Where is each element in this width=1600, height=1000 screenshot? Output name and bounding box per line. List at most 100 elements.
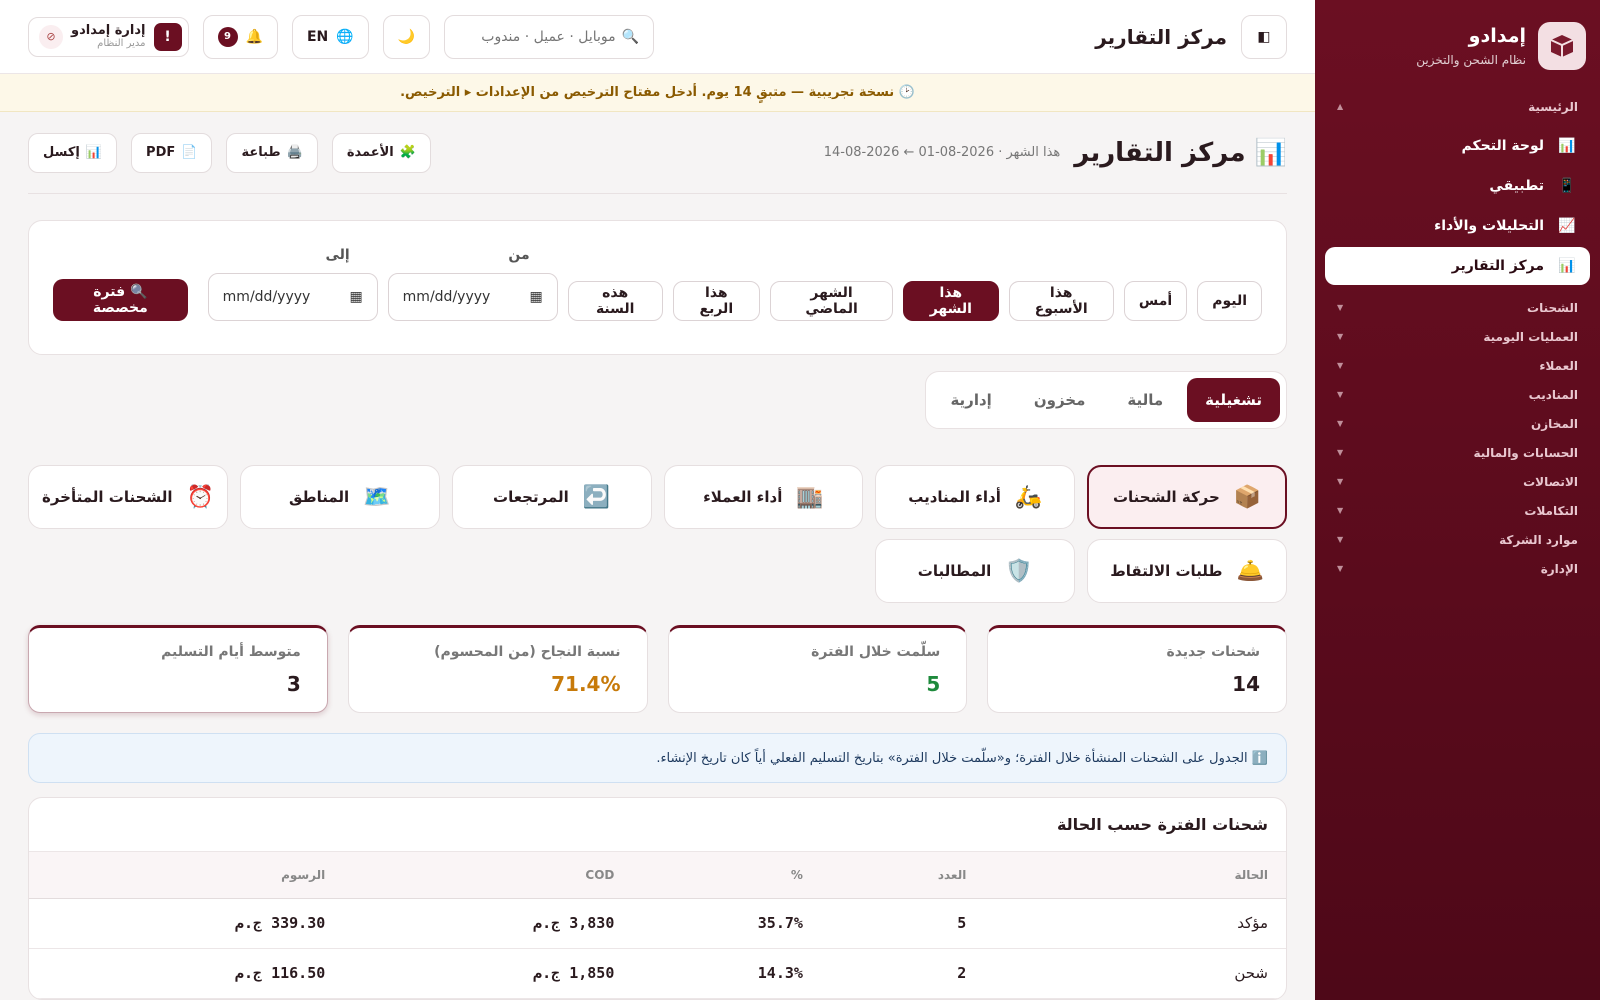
sidebar-section-finance[interactable]: الحسابات والمالية ▼	[1315, 438, 1600, 467]
section-label: الإدارة	[1540, 561, 1578, 576]
tab-financial[interactable]: مالية	[1109, 378, 1181, 422]
logout-icon[interactable]: ⦸	[39, 24, 63, 49]
date-placeholder: mm/dd/yyyy	[222, 289, 311, 305]
report-category-tabs: تشغيلية مالية مخزون إدارية	[925, 371, 1287, 429]
period-today[interactable]: اليوم	[1197, 281, 1262, 321]
kpi-label: نسبة النجاح (من المحسوم)	[434, 644, 621, 660]
sidebar-section-home[interactable]: الرئيسية ▲	[1315, 92, 1600, 121]
report-late-shipments[interactable]: ⏰ الشحنات المتأخرة	[28, 465, 228, 529]
theme-toggle-button[interactable]: 🌙	[382, 14, 431, 59]
section-label: التكاملات	[1524, 503, 1578, 518]
report-customer-performance[interactable]: 🏬 أداء العملاء	[663, 465, 864, 529]
section-label: المناديب	[1528, 387, 1578, 402]
period-this-week[interactable]: هذا الأسبوع	[1008, 281, 1114, 321]
sidebar-section-integrations[interactable]: التكاملات ▼	[1315, 496, 1600, 525]
section-label: الاتصالات	[1523, 474, 1578, 489]
kpi-value: 14	[1232, 672, 1260, 696]
sidebar-section-warehouses[interactable]: المخازن ▼	[1315, 409, 1600, 438]
brand-subtitle: نظام الشحن والتخزين	[1416, 53, 1526, 67]
cell-fees: 339.30 ج.م	[29, 898, 344, 949]
col-fees[interactable]: الرسوم	[29, 852, 344, 899]
status-table: الحالة العدد % COD الرسوم مؤكد 5 35.7% 3…	[29, 852, 1286, 999]
period-this-quarter[interactable]: هذا الربع	[672, 281, 760, 321]
cell-cod: 1,850 ج.م	[343, 948, 633, 999]
tab-operational[interactable]: تشغيلية	[1187, 378, 1280, 422]
kpi-value: 71.4%	[551, 672, 621, 696]
language-button[interactable]: 🌐 EN	[291, 14, 369, 59]
period-filter: اليوم أمس هذا الأسبوع هذا الشهر الشهر ال…	[28, 220, 1287, 355]
chevron-down-icon: ▼	[1337, 332, 1344, 341]
sidebar-section-communications[interactable]: الاتصالات ▼	[1315, 467, 1600, 496]
search-icon: 🔍	[621, 28, 640, 45]
tab-administrative[interactable]: إدارية	[932, 378, 1009, 422]
report-label: المرتجعات	[493, 488, 569, 506]
period-last-month[interactable]: الشهر الماضي	[769, 281, 894, 321]
report-pickup-requests[interactable]: 🛎️ طلبات الالتقاط	[1087, 539, 1287, 603]
print-button[interactable]: 🖨️ طباعة	[226, 132, 318, 173]
user-role: مدير النظام	[97, 38, 146, 50]
document-icon: 📄	[181, 145, 198, 160]
kpi-label: شحنات جديدة	[1166, 644, 1260, 660]
table-header-row: الحالة العدد % COD الرسوم	[29, 852, 1286, 899]
sidebar-item-analytics[interactable]: 📈 التحليلات والأداء	[1325, 207, 1590, 245]
report-courier-performance[interactable]: 🛵 أداء المناديب	[875, 465, 1076, 529]
chevron-down-icon: ▼	[1337, 390, 1344, 399]
tab-inventory[interactable]: مخزون	[1016, 378, 1104, 422]
section-label: المخازن	[1531, 416, 1578, 431]
to-date-input[interactable]: mm/dd/yyyy ▦	[207, 273, 378, 321]
kpi-label: متوسط أيام التسليم	[161, 644, 301, 660]
cell-fees: 116.50 ج.م	[29, 948, 344, 999]
globe-icon: 🌐	[336, 28, 354, 45]
sidebar-item-my-app[interactable]: 📱 تطبيقي	[1325, 167, 1590, 205]
scooter-icon: 🛵	[1014, 484, 1043, 510]
sidebar: إمدادو نظام الشحن والتخزين الرئيسية ▲ 📊 لو…	[1315, 0, 1600, 1000]
search-input[interactable]	[441, 28, 616, 45]
trend-icon: 📈	[1558, 218, 1576, 234]
report-returns[interactable]: ↩️ المرتجعات	[451, 465, 652, 529]
to-label: إلى	[325, 247, 350, 263]
sidebar-section-shipments[interactable]: الشحنات ▼	[1315, 293, 1600, 322]
chevron-down-icon: ▼	[1337, 506, 1344, 515]
cell-count: 2	[820, 948, 985, 999]
notifications-button[interactable]: 🔔 9	[202, 14, 278, 59]
report-label: أداء المناديب	[908, 488, 1001, 506]
cell-status: مؤكد	[984, 898, 1286, 949]
period-yesterday[interactable]: أمس	[1123, 281, 1188, 321]
info-note: ℹ️ الجدول على الشحنات المنشأة خلال الفتر…	[28, 733, 1287, 783]
sidebar-section-couriers[interactable]: المناديب ▼	[1315, 380, 1600, 409]
report-claims[interactable]: 🛡️ المطالبات	[875, 539, 1076, 603]
global-search[interactable]: 🔍	[441, 14, 655, 59]
user-name: إدارة إمدادو	[71, 22, 146, 38]
period-this-month[interactable]: هذا الشهر	[903, 281, 999, 321]
report-shipment-movement[interactable]: 📦 حركة الشحنات	[1087, 465, 1287, 529]
export-pdf-button[interactable]: 📄 PDF	[131, 132, 213, 173]
sidebar-section-admin[interactable]: الإدارة ▼	[1315, 554, 1600, 583]
chevron-down-icon: ▼	[1337, 477, 1344, 486]
page-header: 📊 مركز التقارير هذا الشهر · 2026-08-01 ←…	[28, 112, 1287, 194]
sidebar-item-reports[interactable]: 📊 مركز التقارير	[1325, 247, 1590, 285]
button-label: إكسل	[43, 145, 80, 160]
columns-button[interactable]: 🧩 الأعمدة	[331, 132, 431, 173]
report-regions[interactable]: 🗺️ المناطق	[239, 465, 440, 529]
report-label: المناطق	[288, 488, 350, 506]
col-status[interactable]: الحالة	[984, 852, 1286, 899]
sidebar-section-customers[interactable]: العملاء ▼	[1315, 351, 1600, 380]
col-count[interactable]: العدد	[820, 852, 985, 899]
user-menu[interactable]: ! إدارة إمدادو مدير النظام ⦸	[28, 16, 189, 57]
sidebar-section-daily-ops[interactable]: العمليات اليومية ▼	[1315, 322, 1600, 351]
topbar: ◧ مركز التقارير 🔍 🌙 🌐EN 🔔9 ! إدارة إمداد…	[0, 0, 1315, 74]
cell-percent: 14.3%	[632, 948, 821, 999]
col-percent[interactable]: %	[632, 852, 821, 899]
sidebar-item-dashboard[interactable]: 📊 لوحة التحكم	[1325, 127, 1590, 165]
export-excel-button[interactable]: 📊 إكسل	[28, 132, 118, 173]
sidebar-toggle-button[interactable]: ◧	[1241, 14, 1287, 59]
sidebar-section-hr[interactable]: موارد الشركة ▼	[1315, 525, 1600, 554]
col-cod[interactable]: COD	[343, 852, 633, 899]
page-actions: 📊 إكسل 📄 PDF 🖨️ طباعة 🧩 الأعمدة	[28, 132, 431, 173]
date-placeholder: mm/dd/yyyy	[402, 289, 491, 305]
period-this-year[interactable]: هذه السنة	[567, 281, 663, 321]
custom-period-button[interactable]: 🔍 فترة مخصصة	[53, 279, 188, 321]
from-date-input[interactable]: mm/dd/yyyy ▦	[387, 273, 558, 321]
report-list: 📦 حركة الشحنات 🛵 أداء المناديب 🏬 أداء العمل…	[28, 465, 1287, 603]
chart-icon: 📊	[1558, 138, 1576, 154]
